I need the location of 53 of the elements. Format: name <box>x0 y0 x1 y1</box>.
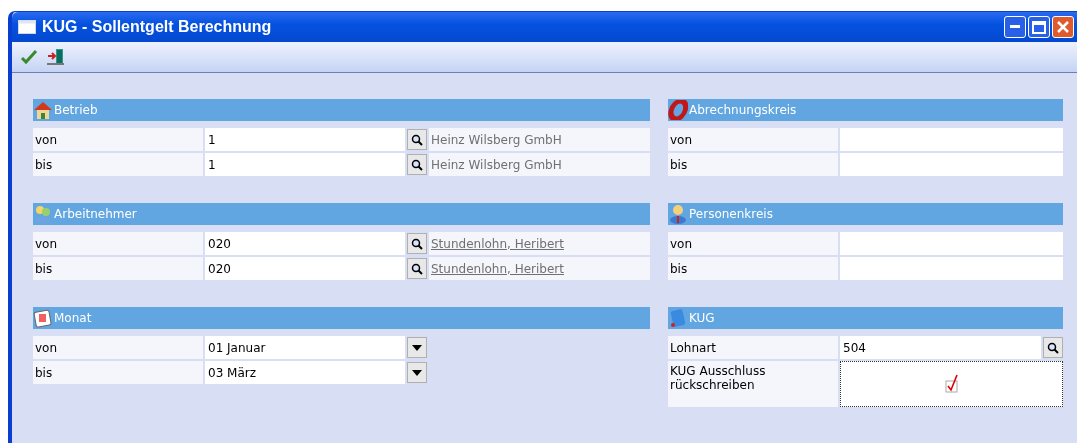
input-field[interactable] <box>840 128 1063 151</box>
maximize-icon <box>1032 20 1046 34</box>
input-field[interactable]: 1 <box>205 153 405 176</box>
company-name: Heinz Wilsberg GmbH <box>429 153 650 176</box>
field-label: von <box>33 232 203 255</box>
field-label: bis <box>33 361 203 384</box>
section-title: Monat <box>54 311 92 325</box>
search-icon[interactable] <box>407 129 427 150</box>
house-icon <box>33 100 53 120</box>
field-label: KUG Ausschluss rückschreiben <box>668 361 838 407</box>
exit-door-icon[interactable] <box>46 48 66 66</box>
section-title: Betrieb <box>54 103 98 117</box>
section-title: KUG <box>689 311 715 325</box>
calendar-icon <box>33 308 53 328</box>
maximize-button[interactable] <box>1028 16 1050 38</box>
field-label: von <box>668 232 838 255</box>
input-field[interactable] <box>840 257 1063 280</box>
input-field[interactable]: 020 <box>205 232 405 255</box>
person-icon <box>668 204 688 224</box>
checkbox[interactable] <box>944 374 959 394</box>
field-label: Lohnart <box>668 336 838 359</box>
field-label: bis <box>33 257 203 280</box>
field-label: von <box>668 128 838 151</box>
company-name: Heinz Wilsberg GmbH <box>429 128 650 151</box>
letter-o-icon <box>668 100 688 120</box>
section-title: Abrechnungskreis <box>689 103 797 117</box>
window-icon <box>18 20 36 34</box>
field-label: von <box>33 128 203 151</box>
search-icon[interactable] <box>407 233 427 254</box>
month-dropdown[interactable]: 01 Januar <box>205 336 405 359</box>
search-icon[interactable] <box>407 154 427 175</box>
minimize-icon <box>1010 25 1020 29</box>
section-title: Personenkreis <box>689 207 773 221</box>
field-label: von <box>33 336 203 359</box>
input-field[interactable]: 1 <box>205 128 405 151</box>
search-icon[interactable] <box>407 258 427 279</box>
section-title: Arbeitnehmer <box>54 207 137 221</box>
confirm-check-icon[interactable] <box>20 49 38 65</box>
minimize-button[interactable] <box>1004 16 1026 38</box>
search-icon[interactable] <box>1043 337 1063 358</box>
close-icon <box>1056 20 1070 34</box>
input-field[interactable] <box>840 153 1063 176</box>
window-title: KUG - Sollentgelt Berechnung <box>42 18 273 36</box>
employee-link[interactable]: Stundenlohn, Heribert <box>429 257 650 280</box>
input-field[interactable]: 504 <box>840 336 1041 359</box>
input-field[interactable]: 020 <box>205 257 405 280</box>
field-label: bis <box>668 153 838 176</box>
field-label: bis <box>33 153 203 176</box>
close-button[interactable] <box>1052 16 1074 38</box>
field-label: bis <box>668 257 838 280</box>
employee-link[interactable]: Stundenlohn, Heribert <box>429 232 650 255</box>
input-field[interactable] <box>840 232 1063 255</box>
month-dropdown[interactable]: 03 März <box>205 361 405 384</box>
